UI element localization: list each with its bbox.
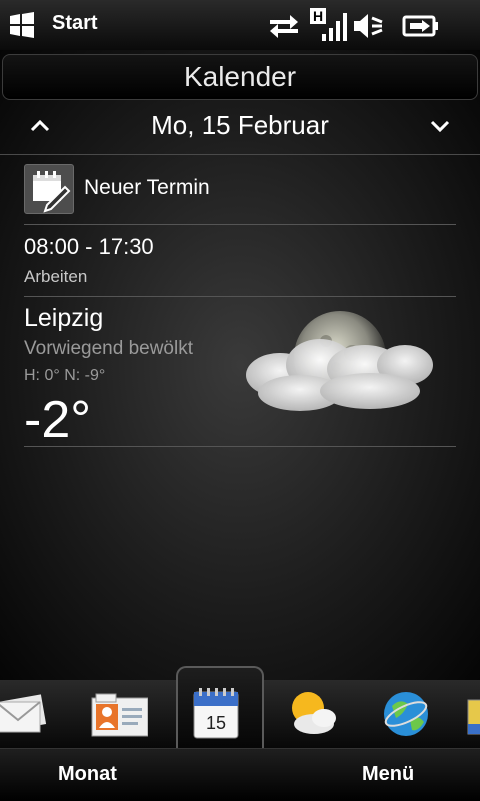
internet-globe-icon[interactable] <box>378 684 438 744</box>
partial-app-icon[interactable] <box>466 684 480 744</box>
speaker-muted-icon <box>352 12 384 45</box>
weather-temperature: -2° <box>24 391 92 449</box>
network-type-label: H <box>313 8 323 24</box>
windows-logo-icon[interactable] <box>8 12 36 38</box>
new-appointment-icon[interactable] <box>24 164 74 214</box>
divider <box>0 154 480 155</box>
moon-cloud-weather-icon <box>240 305 440 425</box>
new-appointment-label[interactable]: Neuer Termin <box>84 176 210 200</box>
month-softkey[interactable]: Monat <box>58 763 117 786</box>
app-dock: 15 <box>0 666 480 750</box>
appointment-time[interactable]: 08:00 - 17:30 <box>24 234 154 260</box>
status-bar: Start H <box>0 0 480 50</box>
signal-strength-icon: H <box>310 8 348 47</box>
weather-high-low: H: 0° N: -9° <box>24 367 106 384</box>
weather-icon[interactable] <box>284 684 344 744</box>
softkey-bar: Monat Menü <box>0 748 480 801</box>
start-label[interactable]: Start <box>52 12 98 35</box>
next-day-chevron-down-icon[interactable] <box>430 116 450 136</box>
contacts-icon[interactable] <box>88 684 149 744</box>
data-transfer-icon <box>268 14 300 43</box>
calendar-icon[interactable]: 15 <box>188 684 248 744</box>
calendar-day-number: 15 <box>206 713 226 733</box>
mail-icon[interactable] <box>0 684 52 744</box>
divider <box>24 224 456 225</box>
divider <box>24 296 456 297</box>
date-navigator: Mo, 15 Februar <box>0 106 480 150</box>
divider <box>24 446 456 447</box>
appointment-subject[interactable]: Arbeiten <box>24 267 87 287</box>
weather-condition: Vorwiegend bewölkt <box>24 338 193 359</box>
weather-city[interactable]: Leipzig <box>24 304 103 333</box>
menu-softkey[interactable]: Menü <box>362 763 414 786</box>
current-date: Mo, 15 Februar <box>151 110 329 140</box>
page-title: Kalender <box>2 54 478 100</box>
battery-charging-icon <box>402 14 440 43</box>
calendar-panel: Kalender Mo, 15 Februar Neuer Termin 08:… <box>0 50 480 680</box>
